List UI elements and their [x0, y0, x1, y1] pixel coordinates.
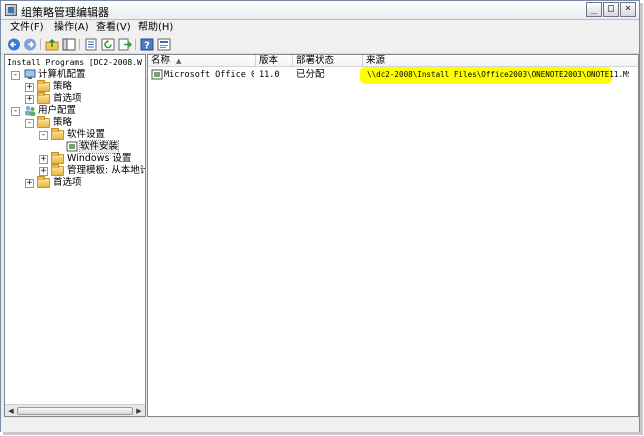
expander-minus-icon[interactable]: - — [11, 107, 20, 116]
column-header-version[interactable]: 版本 — [256, 55, 293, 67]
tree-label-windows-settings: Windows 设置 — [67, 153, 132, 164]
close-button[interactable]: × — [620, 2, 636, 17]
title-bar[interactable]: 组策略管理编辑器 _ □ × — [1, 1, 639, 20]
scroll-right-icon[interactable]: ▶ — [134, 406, 144, 416]
toolbar-separator — [79, 39, 80, 50]
scroll-thumb[interactable] — [17, 407, 133, 415]
folder-icon — [51, 152, 64, 164]
tree-node-windows-settings[interactable]: + Windows 设置 — [5, 152, 145, 165]
row-version: 11.0 — [259, 70, 280, 80]
folder-icon — [37, 176, 50, 188]
tree-node-user-policies[interactable]: - 策略 — [5, 116, 145, 129]
menu-help[interactable]: 帮助(H) — [137, 21, 174, 35]
tree-label-software-install: 软件安装 — [78, 140, 120, 154]
computer-icon — [24, 69, 36, 79]
expander-plus-icon[interactable]: + — [25, 179, 34, 188]
help-icon[interactable]: ? — [140, 38, 154, 51]
expander-plus-icon[interactable]: + — [25, 95, 34, 104]
tree-node-software-settings[interactable]: - 软件设置 — [5, 128, 145, 141]
tree-node-computer-preferences[interactable]: + 首选项 — [5, 92, 145, 105]
tree-label-software-settings: 软件设置 — [67, 129, 106, 140]
up-folder-icon[interactable] — [45, 38, 59, 51]
folder-icon — [37, 116, 50, 128]
tree-node-user-config[interactable]: - 用户配置 — [5, 105, 145, 117]
tree-node-root[interactable]: Install Programs [DC2-2008.W — [7, 57, 145, 69]
tree-node-software-install[interactable]: 软件安装 — [5, 140, 145, 154]
export-icon[interactable] — [118, 38, 132, 51]
tree-label-computer-policies: 策略 — [53, 81, 73, 92]
tree-label-computer-preferences: 首选项 — [53, 93, 82, 104]
refresh-icon[interactable] — [101, 38, 115, 51]
tree-horizontal-scrollbar[interactable]: ◀ ▶ — [5, 404, 145, 416]
users-icon — [25, 106, 36, 116]
menu-view[interactable]: 查看(V) — [95, 21, 132, 35]
details-list[interactable]: 名称 ▲ 版本 部署状态 来源 Microsoft Office 0... 11… — [147, 54, 639, 417]
console-tree[interactable]: Install Programs [DC2-2008.W - 计算机配置 + 策… — [4, 54, 146, 417]
maximize-button[interactable]: □ — [603, 2, 619, 17]
expander-minus-icon[interactable]: - — [11, 71, 20, 80]
expander-plus-icon[interactable]: + — [39, 155, 48, 164]
column-header-name[interactable]: 名称 ▲ — [148, 55, 256, 67]
row-name: Microsoft Office 0... — [164, 70, 254, 80]
toolbar-separator — [135, 39, 136, 50]
back-arrow-icon[interactable] — [7, 38, 21, 51]
row-status: 已分配 — [296, 69, 325, 80]
expander-plus-icon[interactable]: + — [25, 83, 34, 92]
tree-label-user-preferences: 首选项 — [53, 177, 82, 188]
window-title: 组策略管理编辑器 — [21, 6, 109, 19]
folder-icon — [51, 164, 64, 176]
tree-node-user-preferences[interactable]: + 首选项 — [5, 176, 145, 189]
expander-minus-icon[interactable]: - — [39, 131, 48, 140]
gpo-editor-app-icon — [5, 4, 17, 16]
minimize-button[interactable]: _ — [586, 2, 602, 17]
scroll-left-icon[interactable]: ◀ — [6, 406, 16, 416]
folder-icon — [51, 128, 64, 140]
properties-icon[interactable] — [157, 38, 171, 51]
menu-bar: 文件(F) 操作(A) 查看(V) 帮助(H) — [1, 20, 639, 36]
show-hide-tree-icon[interactable] — [62, 38, 76, 51]
toolbar-separator — [40, 39, 41, 50]
tree-node-computer-config[interactable]: - 计算机配置 — [5, 69, 145, 81]
msi-package-icon — [151, 69, 163, 80]
forward-arrow-icon[interactable] — [23, 38, 37, 51]
column-header-status[interactable]: 部署状态 — [293, 55, 363, 67]
sort-ascending-icon: ▲ — [176, 57, 182, 65]
tree-node-computer-policies[interactable]: + 策略 — [5, 80, 145, 93]
status-bar — [1, 418, 639, 432]
expander-plus-icon[interactable]: + — [39, 167, 48, 176]
toolbar: ? — [1, 36, 639, 54]
gpo-editor-window: 组策略管理编辑器 _ □ × 文件(F) 操作(A) 查看(V) 帮助(H) ?… — [0, 0, 640, 432]
tree-label-admin-templates: 管理模板: 从本地计 — [67, 165, 146, 176]
folder-icon — [37, 80, 50, 92]
export-list-icon[interactable] — [84, 38, 98, 51]
tree-label-computer-config: 计算机配置 — [38, 69, 86, 80]
tree-node-admin-templates[interactable]: + 管理模板: 从本地计 — [5, 164, 146, 177]
svg-text:?: ? — [144, 41, 150, 52]
column-header-source[interactable]: 来源 — [363, 55, 638, 67]
menu-action[interactable]: 操作(A) — [53, 21, 90, 35]
folder-icon — [37, 92, 50, 104]
software-install-icon — [66, 141, 78, 152]
column-name-label: 名称 — [151, 55, 171, 66]
tree-root-label: Install Programs [DC2-2008.W — [7, 58, 142, 67]
menu-file[interactable]: 文件(F) — [9, 21, 45, 35]
expander-minus-icon[interactable]: - — [25, 119, 34, 128]
row-source: \\dc2-2008\Install Files\Office2003\ONEN… — [367, 70, 629, 79]
